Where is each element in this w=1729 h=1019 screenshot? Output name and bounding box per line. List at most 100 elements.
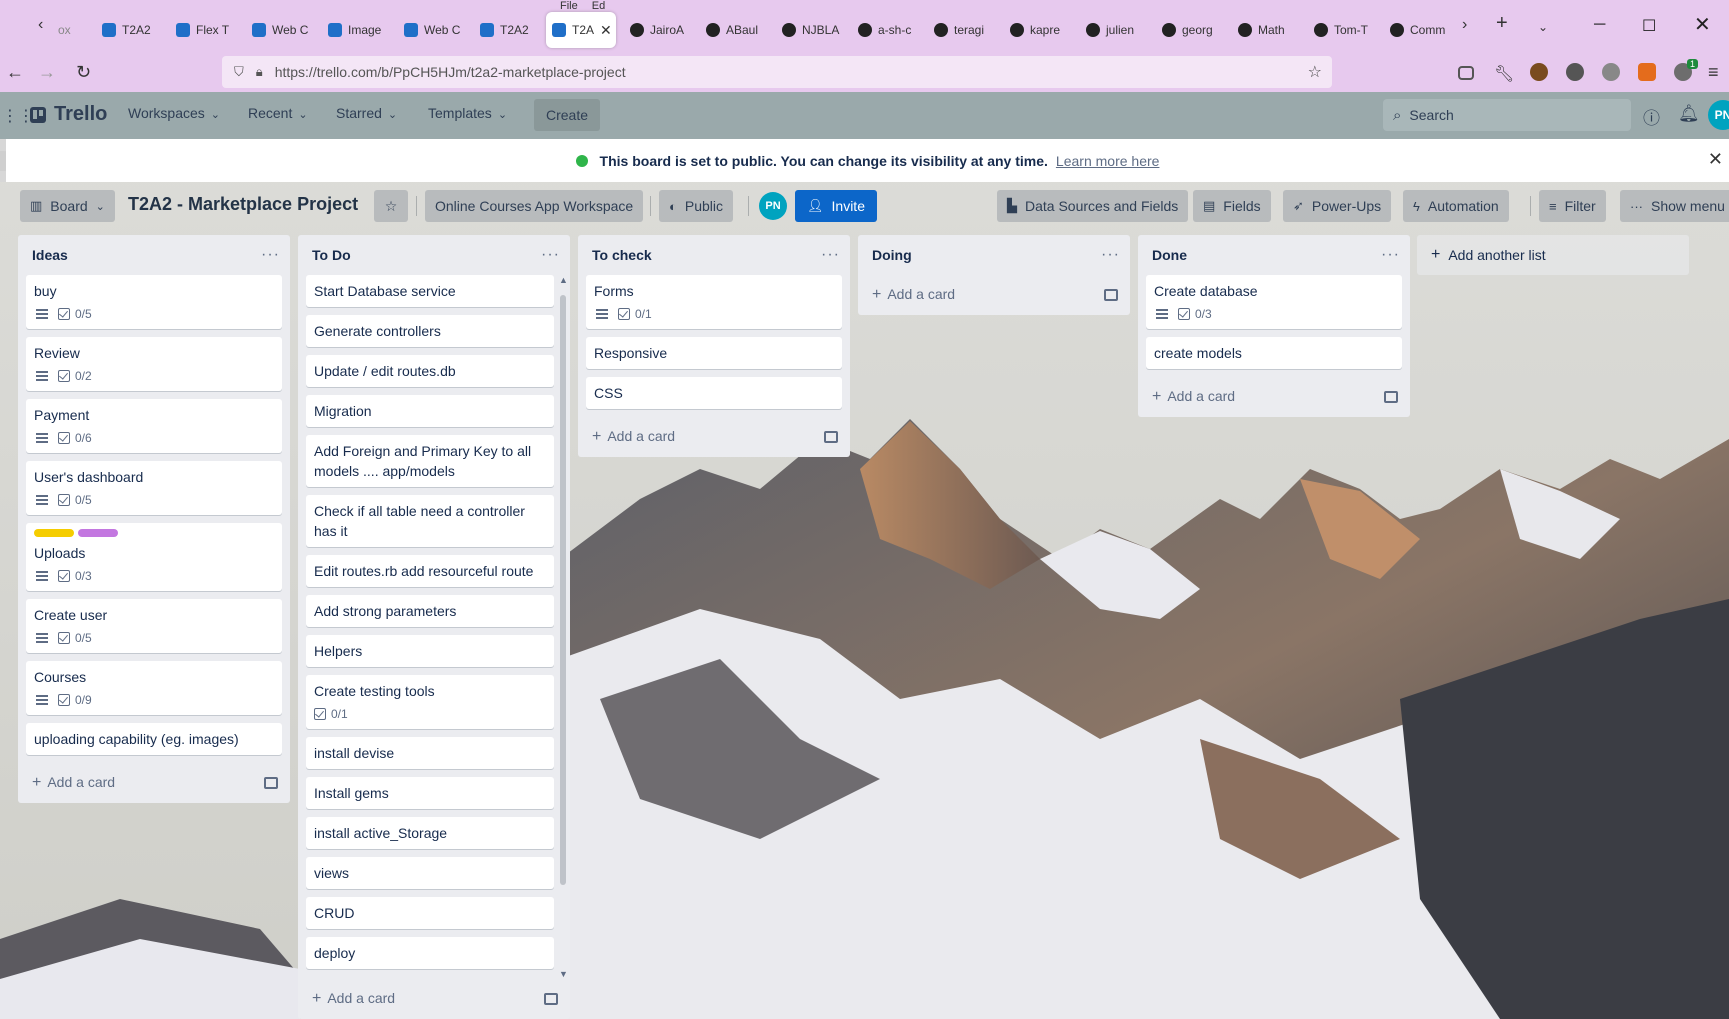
card-template-icon[interactable] <box>264 777 278 789</box>
card[interactable]: Generate controllers <box>306 315 554 347</box>
extension-avatar-icon[interactable] <box>1530 63 1548 81</box>
card[interactable]: Payment 0/6 <box>26 399 282 453</box>
templates-menu[interactable]: Templates ⌄ <box>428 105 507 121</box>
card[interactable]: Create user 0/5 <box>26 599 282 653</box>
card[interactable]: Migration <box>306 395 554 427</box>
show-menu-button[interactable]: ··· Show menu <box>1620 190 1729 222</box>
card[interactable]: Helpers <box>306 635 554 667</box>
browser-tab[interactable]: Math <box>1232 14 1298 46</box>
bell-icon[interactable]: 🔔︎ <box>1678 104 1700 124</box>
list-title[interactable]: To Do <box>312 247 351 263</box>
add-card-button[interactable]: + Add a card <box>858 275 1130 315</box>
browser-tab[interactable]: Web C <box>246 14 310 46</box>
list-title[interactable]: Done <box>1152 247 1187 263</box>
automation-button[interactable]: ϟ Automation <box>1403 190 1509 222</box>
add-list-button[interactable]: + Add another list <box>1417 235 1689 275</box>
scroll-up-icon[interactable]: ▲ <box>559 275 568 285</box>
address-bar[interactable]: ⛉ 🔒︎ https://trello.com/b/PpCH5HJm/t2a2-… <box>222 56 1332 88</box>
close-tab-icon[interactable]: ✕ <box>600 22 612 39</box>
bookmark-star-icon[interactable]: ☆ <box>1308 62 1322 82</box>
scroll-thumb[interactable] <box>560 295 566 885</box>
card[interactable]: Add strong parameters <box>306 595 554 627</box>
filter-button[interactable]: ≡ Filter <box>1539 190 1606 222</box>
member-avatar[interactable]: PN <box>759 192 787 220</box>
user-avatar[interactable]: PN <box>1708 100 1729 130</box>
back-arrow-icon[interactable]: ← <box>6 62 24 83</box>
card[interactable]: Start Database service <box>306 275 554 307</box>
trello-logo[interactable]: Trello <box>30 103 107 126</box>
card[interactable]: Responsive <box>586 337 842 369</box>
browser-tab[interactable]: T2A2 <box>96 14 160 46</box>
card[interactable]: Check if all table need a controller has… <box>306 495 554 547</box>
data-sources-button[interactable]: ▙ Data Sources and Fields <box>997 190 1189 222</box>
starred-menu[interactable]: Starred ⌄ <box>336 105 397 121</box>
add-card-button[interactable]: + Add a card <box>578 417 850 457</box>
card-label[interactable] <box>78 529 118 537</box>
card[interactable]: Forms 0/1 <box>586 275 842 329</box>
tabs-scroll-left-icon[interactable]: ‹ <box>38 16 43 34</box>
add-card-button[interactable]: + Add a card <box>298 979 570 1019</box>
power-ups-button[interactable]: ➶ Power-Ups <box>1283 190 1392 222</box>
list-menu-icon[interactable]: ··· <box>1381 246 1400 264</box>
card-template-icon[interactable] <box>544 993 558 1005</box>
pocket-icon[interactable] <box>1458 66 1474 80</box>
minimize-icon[interactable]: ─ <box>1594 16 1605 34</box>
url-text[interactable]: https://trello.com/b/PpCH5HJm/t2a2-marke… <box>275 64 626 80</box>
create-button[interactable]: Create <box>534 99 601 131</box>
maximize-icon[interactable]: ☐ <box>1642 16 1656 36</box>
tab-list-chevron-icon[interactable]: ⌄ <box>1538 20 1548 34</box>
browser-tab[interactable]: georg <box>1156 14 1222 46</box>
close-icon[interactable]: ✕ <box>1708 149 1723 170</box>
extension-gear-icon[interactable] <box>1602 63 1620 81</box>
card[interactable]: Courses 0/9 <box>26 661 282 715</box>
list-title[interactable]: Ideas <box>32 247 68 263</box>
star-board-button[interactable]: ☆ <box>374 190 408 222</box>
card[interactable]: Uploads 0/3 <box>26 523 282 591</box>
card[interactable]: deploy <box>306 937 554 969</box>
card[interactable]: Review 0/2 <box>26 337 282 391</box>
card[interactable]: CSS <box>586 377 842 409</box>
card[interactable]: Install gems <box>306 777 554 809</box>
workspaces-menu[interactable]: Workspaces ⌄ <box>128 105 220 121</box>
wrench-icon[interactable]: 🔧︎ <box>1494 64 1514 84</box>
card-template-icon[interactable] <box>824 431 838 443</box>
card[interactable]: CRUD <box>306 897 554 929</box>
list-menu-icon[interactable]: ··· <box>821 246 840 264</box>
card[interactable]: install active_Storage <box>306 817 554 849</box>
card[interactable]: Create testing tools 0/1 <box>306 675 554 729</box>
list-title[interactable]: To check <box>592 247 652 263</box>
card[interactable]: create models <box>1146 337 1402 369</box>
extension-adblock-icon[interactable] <box>1638 63 1656 81</box>
learn-more-link[interactable]: Learn more here <box>1056 153 1160 169</box>
browser-tab[interactable]: kapre <box>1004 14 1070 46</box>
browser-tab[interactable]: teragi <box>928 14 994 46</box>
browser-tab[interactable]: ABaul <box>700 14 766 46</box>
browser-tab[interactable]: NJBLA <box>776 14 842 46</box>
browser-tab[interactable]: Tom-T <box>1308 14 1374 46</box>
board-title[interactable]: T2A2 - Marketplace Project <box>128 194 358 215</box>
search-input[interactable]: ⌕ Search <box>1383 99 1631 131</box>
card[interactable]: install devise <box>306 737 554 769</box>
extension-badge-icon[interactable]: 1 <box>1674 59 1698 81</box>
menu-edit[interactable]: Ed <box>592 0 605 12</box>
workspace-button[interactable]: Online Courses App Workspace <box>425 190 644 222</box>
list-menu-icon[interactable]: ··· <box>261 246 280 264</box>
card[interactable]: Update / edit routes.db <box>306 355 554 387</box>
card-labels[interactable] <box>34 529 274 537</box>
forward-arrow-icon[interactable]: → <box>38 62 56 83</box>
card-label[interactable] <box>34 529 74 537</box>
board-view-switcher[interactable]: ▥ Board ⌄ <box>20 190 115 222</box>
card[interactable]: uploading capability (eg. images) <box>26 723 282 755</box>
add-card-button[interactable]: + Add a card <box>1138 377 1410 417</box>
fields-button[interactable]: ▤ Fields <box>1193 190 1271 222</box>
invite-button[interactable]: 👤︎ Invite <box>795 190 877 222</box>
hamburger-menu-icon[interactable]: ≡ <box>1708 62 1719 83</box>
browser-tab[interactable]: JairoA <box>624 14 690 46</box>
browser-tab[interactable]: T2A2 <box>474 14 538 46</box>
list-title[interactable]: Doing <box>872 247 912 263</box>
card[interactable]: Create database 0/3 <box>1146 275 1402 329</box>
close-window-icon[interactable]: ✕ <box>1694 12 1711 37</box>
reload-icon[interactable]: ↻ <box>76 62 91 83</box>
card[interactable]: User's dashboard 0/5 <box>26 461 282 515</box>
scroll-down-icon[interactable]: ▼ <box>559 969 568 979</box>
